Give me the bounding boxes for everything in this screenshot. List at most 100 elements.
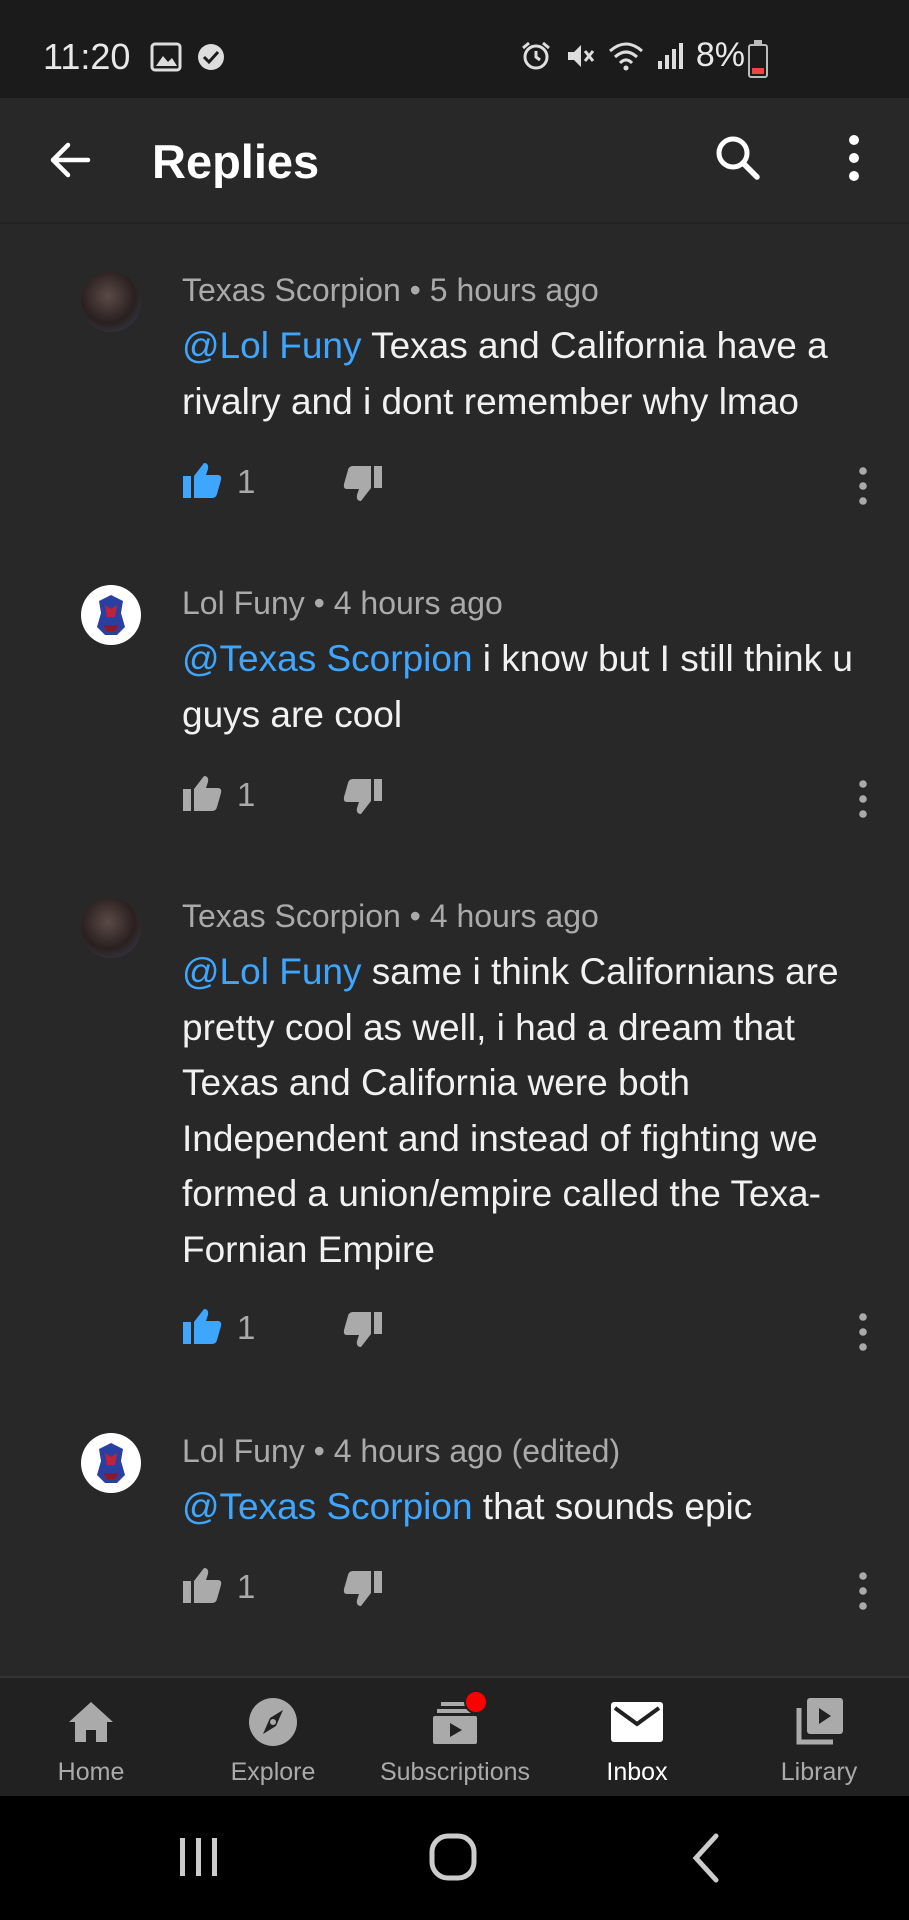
nav-home[interactable]: Home xyxy=(0,1678,182,1798)
dislike-button[interactable] xyxy=(343,777,383,817)
mention-link[interactable]: @Lol Funy xyxy=(182,951,361,992)
comment-text: @Texas Scorpion i know but I still think… xyxy=(182,631,862,742)
search-icon xyxy=(716,136,760,180)
comment-body: that sounds epic xyxy=(472,1486,753,1527)
thumb-up-icon xyxy=(183,1309,222,1344)
back-system-button[interactable] xyxy=(672,1826,742,1890)
avatar[interactable] xyxy=(81,585,141,645)
thumb-up-icon xyxy=(183,776,222,811)
comment-author[interactable]: Lol Funy xyxy=(182,585,305,621)
more-vert-icon xyxy=(859,1572,867,1610)
comment-time: 4 hours ago xyxy=(429,898,599,934)
mail-icon xyxy=(611,1702,663,1742)
signal-icon xyxy=(657,42,683,69)
more-options-button[interactable] xyxy=(836,132,872,184)
nav-inbox[interactable]: Inbox xyxy=(546,1678,728,1798)
thumb-down-icon xyxy=(343,779,382,814)
comment-author[interactable]: Texas Scorpion xyxy=(182,898,401,934)
system-navigation-bar xyxy=(0,1796,909,1920)
comment-meta: Lol Funy • 4 hours ago xyxy=(182,585,503,622)
avatar[interactable] xyxy=(81,1433,141,1493)
status-bar: 11:20 8% xyxy=(0,0,909,98)
battery-icon xyxy=(748,40,768,78)
notification-badge xyxy=(464,1690,488,1714)
library-icon xyxy=(796,1698,843,1745)
home-icon xyxy=(69,1702,113,1742)
nav-label: Home xyxy=(57,1758,125,1786)
gallery-icon xyxy=(150,42,182,72)
comment-time: 5 hours ago xyxy=(429,272,599,308)
comment-author[interactable]: Texas Scorpion xyxy=(182,272,401,308)
avatar-image xyxy=(97,595,125,635)
like-button[interactable] xyxy=(182,1565,222,1605)
comment-time: 4 hours ago xyxy=(333,585,503,621)
nav-label: Library xyxy=(780,1758,858,1786)
meta-separator: • xyxy=(409,272,421,308)
app-header: Replies xyxy=(0,98,909,222)
chevron-left-icon xyxy=(692,1833,719,1883)
nav-explore[interactable]: Explore xyxy=(182,1678,364,1798)
recent-apps-button[interactable] xyxy=(164,1826,234,1890)
comment-meta: Texas Scorpion • 5 hours ago xyxy=(182,272,599,309)
like-count: 1 xyxy=(237,463,256,500)
thumb-down-icon xyxy=(343,466,382,501)
back-button[interactable] xyxy=(46,136,94,184)
mention-link[interactable]: @Lol Funy xyxy=(182,325,361,366)
comment-meta: Texas Scorpion • 4 hours ago xyxy=(182,898,599,935)
like-button[interactable] xyxy=(182,773,222,813)
comment-body: same i think Californians are pretty coo… xyxy=(182,951,839,1270)
thumb-up-icon xyxy=(183,463,222,498)
more-vert-icon xyxy=(859,780,867,818)
comment-time: 4 hours ago (edited) xyxy=(333,1433,621,1469)
dislike-button[interactable] xyxy=(343,1569,383,1609)
like-button[interactable] xyxy=(182,460,222,500)
avatar[interactable] xyxy=(81,272,141,332)
thumb-down-icon xyxy=(343,1312,382,1347)
page-title: Replies xyxy=(152,135,320,188)
recent-apps-icon xyxy=(180,1838,217,1876)
nav-library[interactable]: Library xyxy=(728,1678,909,1798)
wifi-icon xyxy=(608,42,643,70)
thumb-down-icon xyxy=(343,1571,382,1606)
like-count: 1 xyxy=(237,1568,256,1605)
dislike-button[interactable] xyxy=(343,464,383,504)
compass-icon xyxy=(249,1698,297,1746)
nav-label: Inbox xyxy=(606,1758,668,1786)
mention-link[interactable]: @Texas Scorpion xyxy=(182,1486,473,1527)
status-time: 11:20 xyxy=(43,36,131,77)
comment-options-button[interactable] xyxy=(850,779,876,819)
more-vert-icon xyxy=(859,1313,867,1351)
nav-label: Explore xyxy=(230,1758,316,1786)
battery-percent: 8% xyxy=(695,36,745,74)
comment-meta: Lol Funy • 4 hours ago (edited) xyxy=(182,1433,620,1470)
like-count: 1 xyxy=(237,776,256,813)
comment-options-button[interactable] xyxy=(850,1571,876,1611)
avatar[interactable] xyxy=(81,898,141,958)
home-circle-icon xyxy=(429,1833,477,1881)
comment-options-button[interactable] xyxy=(850,1312,876,1352)
dislike-button[interactable] xyxy=(343,1310,383,1350)
home-system-button[interactable] xyxy=(418,1826,488,1890)
nav-subscriptions[interactable]: Subscriptions xyxy=(364,1678,546,1798)
comment-text: @Texas Scorpion that sounds epic xyxy=(182,1479,862,1535)
more-vert-icon xyxy=(859,467,867,505)
avatar-image xyxy=(97,1443,125,1483)
comment-text: @Lol Funy same i think Californians are … xyxy=(182,944,862,1277)
bottom-navigation: Home Explore Subscriptions Inbox Library xyxy=(0,1676,909,1798)
arrow-back-icon xyxy=(50,142,91,178)
comment-text: @Lol Funy Texas and California have a ri… xyxy=(182,318,862,429)
mention-link[interactable]: @Texas Scorpion xyxy=(182,638,473,679)
mute-icon xyxy=(567,44,595,67)
meta-separator: • xyxy=(313,1433,325,1469)
alarm-icon xyxy=(521,41,550,69)
meta-separator: • xyxy=(409,898,421,934)
more-vert-icon xyxy=(849,135,859,181)
nav-label: Subscriptions xyxy=(379,1758,531,1786)
like-count: 1 xyxy=(237,1309,256,1346)
meta-separator: • xyxy=(313,585,325,621)
like-button[interactable] xyxy=(182,1306,222,1346)
comment-author[interactable]: Lol Funy xyxy=(182,1433,305,1469)
thumb-up-icon xyxy=(183,1568,222,1603)
comment-options-button[interactable] xyxy=(850,466,876,506)
search-button[interactable] xyxy=(712,132,764,184)
